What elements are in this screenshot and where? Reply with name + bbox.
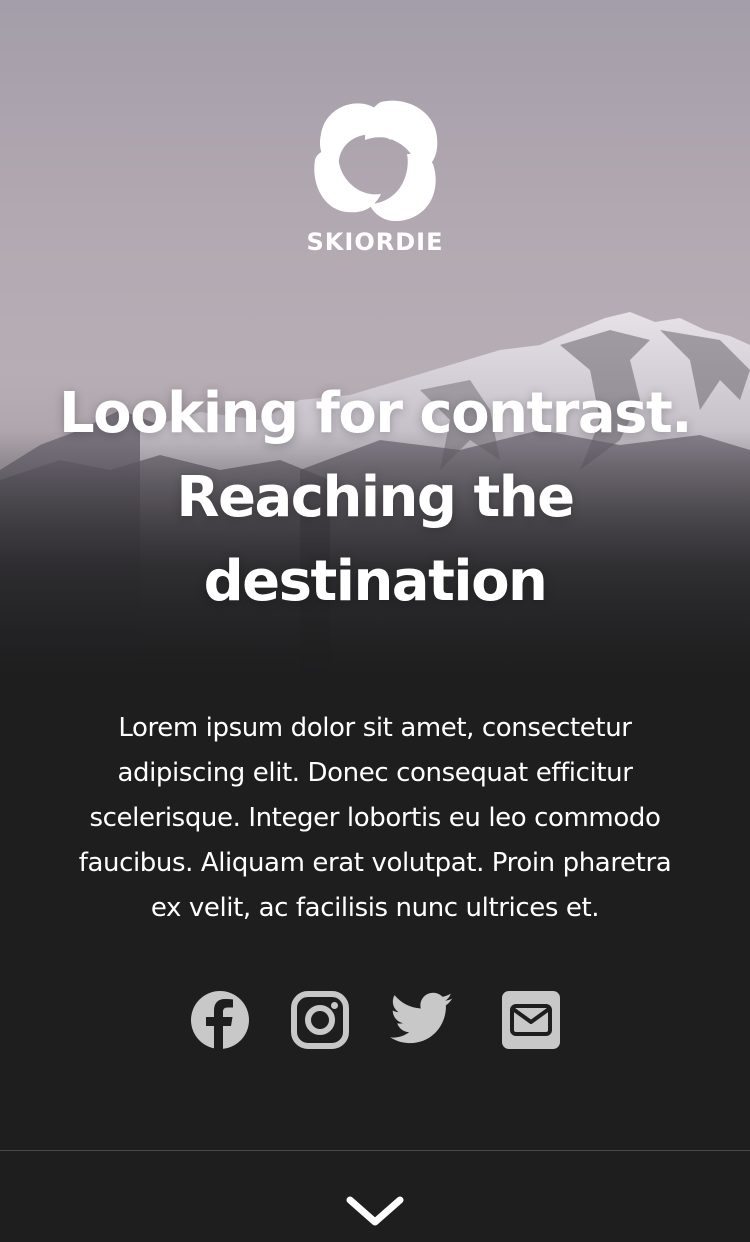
- intro-line: ex velit, ac facilisis nunc ultrices et.: [150, 893, 600, 923]
- landing-page: SKIORDIE Looking for contrast. Reaching …: [0, 0, 750, 1242]
- intro-line: faucibus. Aliquam erat volutpat. Proin p…: [78, 848, 672, 878]
- logo-wordmark: SKIORDIE: [307, 228, 444, 252]
- intro-line: adipiscing elit. Donec consequat efficit…: [117, 758, 633, 788]
- instagram-icon: [291, 991, 349, 1049]
- email-icon: [502, 991, 560, 1049]
- hero-headline: Looking for contrast. Reaching the desti…: [30, 372, 720, 624]
- headline-line: Reaching the: [176, 465, 575, 530]
- scroll-down-button[interactable]: [344, 1192, 406, 1232]
- intro-line: Lorem ipsum dolor sit amet, consectetur: [118, 713, 632, 743]
- email-link[interactable]: [498, 988, 562, 1052]
- social-links: [0, 988, 750, 1052]
- section-divider: [0, 1150, 750, 1151]
- intro-line: scelerisque. Integer lobortis eu leo com…: [89, 803, 661, 833]
- facebook-icon: [191, 991, 249, 1049]
- headline-line: Looking for contrast.: [58, 381, 693, 446]
- twitter-link[interactable]: [390, 988, 454, 1052]
- intro-paragraph: Lorem ipsum dolor sit amet, consectetur …: [55, 706, 695, 931]
- twitter-icon: [390, 992, 453, 1044]
- headline-line: destination: [203, 549, 548, 614]
- skiordie-logo[interactable]: SKIORDIE: [295, 100, 455, 252]
- instagram-link[interactable]: [288, 988, 352, 1052]
- chevron-down-icon: [346, 1196, 404, 1226]
- facebook-link[interactable]: [188, 988, 252, 1052]
